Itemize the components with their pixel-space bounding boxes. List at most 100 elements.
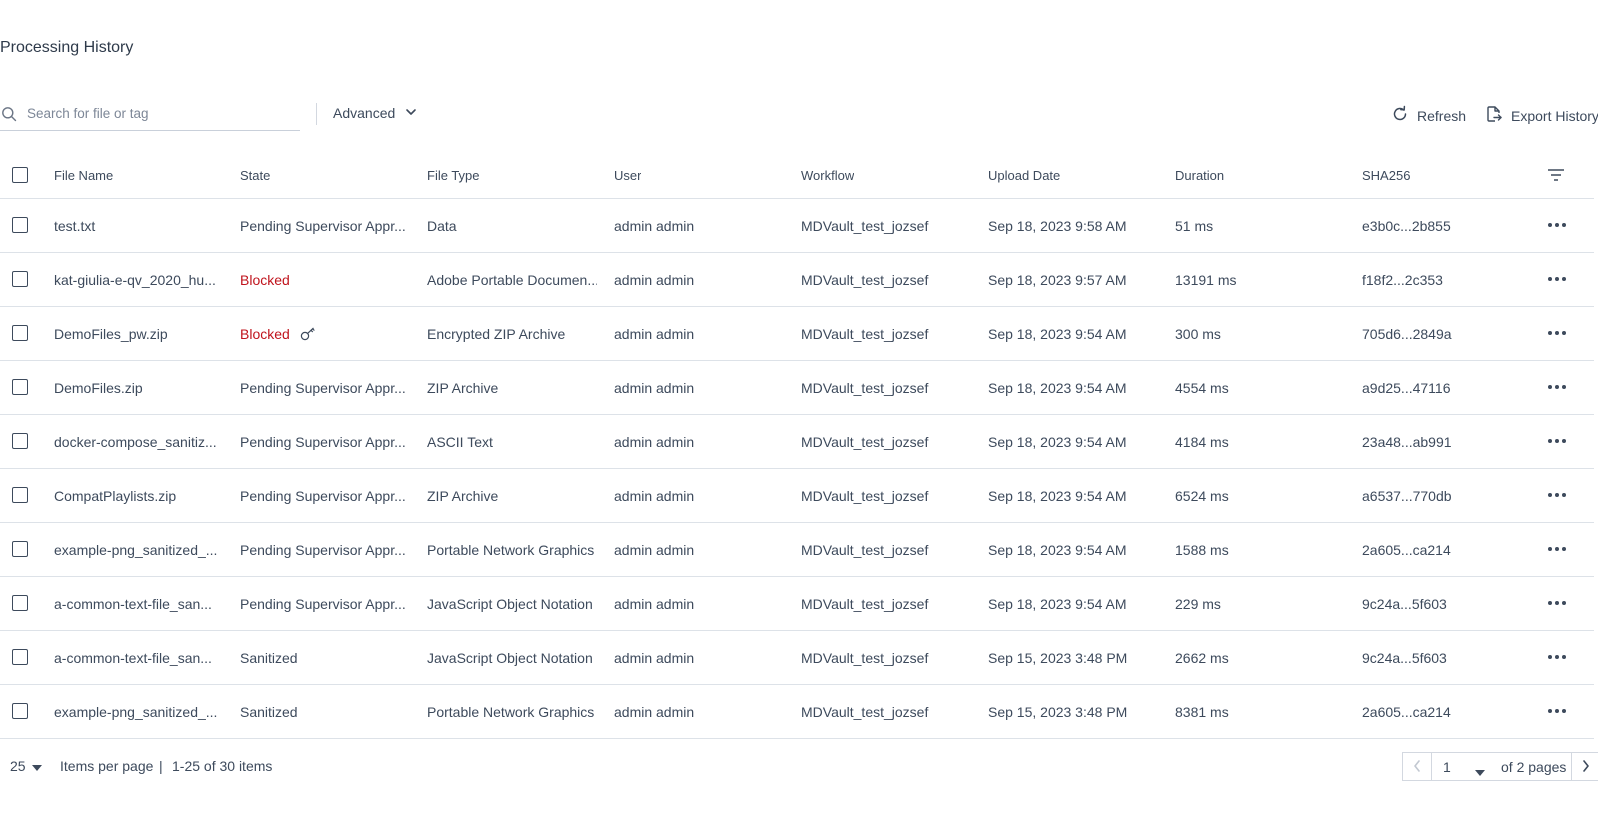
cell-sha256: a6537...770db bbox=[1362, 469, 1532, 522]
cell-user-text: admin admin bbox=[614, 271, 695, 288]
cell-file-name[interactable]: test.txt bbox=[54, 199, 226, 252]
more-icon[interactable] bbox=[1545, 272, 1569, 286]
cell-user-text: admin admin bbox=[614, 595, 695, 612]
cell-file-name[interactable]: DemoFiles.zip bbox=[54, 361, 226, 414]
refresh-label: Refresh bbox=[1417, 107, 1467, 124]
row-checkbox[interactable] bbox=[12, 379, 28, 395]
cell-file-name-text: DemoFiles_pw.zip bbox=[54, 325, 168, 342]
table-row[interactable]: example-png_sanitized_... Sanitized Portab… bbox=[0, 685, 1594, 739]
more-icon[interactable] bbox=[1545, 218, 1569, 232]
cell-file-name[interactable]: docker-compose_sanitiz... bbox=[54, 415, 226, 468]
table-row[interactable]: a-common-text-file_san... Pending Supervi… bbox=[0, 577, 1594, 631]
pagination-separator: | bbox=[159, 758, 163, 774]
cell-file-type-text: Adobe Portable Documen... bbox=[427, 271, 597, 288]
next-page-button[interactable] bbox=[1571, 753, 1598, 780]
cell-workflow-text: MDVault_test_jozsef bbox=[801, 325, 929, 342]
row-checkbox[interactable] bbox=[12, 325, 28, 341]
cell-workflow-text: MDVault_test_jozsef bbox=[801, 541, 929, 558]
cell-user: admin admin bbox=[614, 199, 784, 252]
cell-state: Pending Supervisor Appr... bbox=[240, 415, 410, 468]
more-icon[interactable] bbox=[1545, 704, 1569, 718]
cell-upload-date-text: Sep 18, 2023 9:58 AM bbox=[988, 217, 1127, 234]
table-row[interactable]: kat-giulia-e-qv_2020_hu... Blocked Adobe P… bbox=[0, 253, 1594, 307]
column-header-file-type[interactable]: File Type bbox=[427, 152, 480, 198]
row-checkbox[interactable] bbox=[12, 703, 28, 719]
cell-file-name[interactable]: CompatPlaylists.zip bbox=[54, 469, 226, 522]
row-checkbox[interactable] bbox=[12, 433, 28, 449]
table-row[interactable]: CompatPlaylists.zip Pending Supervisor Ap… bbox=[0, 469, 1594, 523]
cell-file-name[interactable]: a-common-text-file_san... bbox=[54, 577, 226, 630]
cell-duration: 4184 ms bbox=[1175, 415, 1345, 468]
column-header-state[interactable]: State bbox=[240, 152, 270, 198]
cell-sha256: 23a48...ab991 bbox=[1362, 415, 1532, 468]
cell-sha256-text: a9d25...47116 bbox=[1362, 379, 1451, 396]
row-checkbox[interactable] bbox=[12, 649, 28, 665]
row-checkbox[interactable] bbox=[12, 271, 28, 287]
row-checkbox[interactable] bbox=[12, 595, 28, 611]
cell-user: admin admin bbox=[614, 577, 784, 630]
column-header-file-name[interactable]: File Name bbox=[54, 152, 113, 198]
cell-file-name-text: example-png_sanitized_... bbox=[54, 703, 218, 720]
cell-file-name[interactable]: a-common-text-file_san... bbox=[54, 631, 226, 684]
cell-state-text: Pending Supervisor Appr... bbox=[240, 487, 406, 504]
chevron-right-icon bbox=[1582, 759, 1590, 775]
cell-file-type: JavaScript Object Notation bbox=[427, 631, 597, 684]
cell-file-name-text: docker-compose_sanitiz... bbox=[54, 433, 217, 450]
current-page[interactable]: 1 bbox=[1443, 759, 1451, 775]
advanced-dropdown[interactable]: Advanced bbox=[333, 105, 417, 121]
more-icon[interactable] bbox=[1545, 542, 1569, 556]
cell-workflow: MDVault_test_jozsef bbox=[801, 361, 971, 414]
row-checkbox[interactable] bbox=[12, 487, 28, 503]
cell-state: Pending Supervisor Appr... bbox=[240, 523, 410, 576]
table-row[interactable]: example-png_sanitized_... Pending Supervi… bbox=[0, 523, 1594, 577]
table-row[interactable]: docker-compose_sanitiz... Pending Supervi… bbox=[0, 415, 1594, 469]
search-input[interactable] bbox=[27, 98, 292, 128]
cell-file-name[interactable]: example-png_sanitized_... bbox=[54, 685, 226, 738]
cell-state: Pending Supervisor Appr... bbox=[240, 469, 410, 522]
cell-sha256-text: 705d6...2849a bbox=[1362, 325, 1452, 342]
more-icon[interactable] bbox=[1545, 380, 1569, 394]
cell-file-name[interactable]: DemoFiles_pw.zip bbox=[54, 307, 226, 360]
cell-file-type-text: ZIP Archive bbox=[427, 487, 499, 504]
column-header-sha256[interactable]: SHA256 bbox=[1362, 152, 1410, 198]
column-header-user[interactable]: User bbox=[614, 152, 641, 198]
more-icon[interactable] bbox=[1545, 488, 1569, 502]
select-all-checkbox[interactable] bbox=[12, 167, 28, 183]
cell-upload-date-text: Sep 18, 2023 9:54 AM bbox=[988, 379, 1127, 396]
more-icon[interactable] bbox=[1545, 650, 1569, 664]
table-header: File Name State File Type User Workflow … bbox=[0, 152, 1594, 199]
cell-file-type-text: JavaScript Object Notation bbox=[427, 649, 593, 666]
more-icon[interactable] bbox=[1545, 596, 1569, 610]
filter-icon[interactable] bbox=[1547, 168, 1565, 185]
cell-upload-date: Sep 18, 2023 9:54 AM bbox=[988, 469, 1158, 522]
column-header-upload-date[interactable]: Upload Date bbox=[988, 152, 1060, 198]
toolbar: Advanced Refresh Export History bbox=[0, 98, 1598, 132]
table-row[interactable]: DemoFiles.zip Pending Supervisor Appr... Z… bbox=[0, 361, 1594, 415]
cell-workflow-text: MDVault_test_jozsef bbox=[801, 433, 929, 450]
table-row[interactable]: test.txt Pending Supervisor Appr... Data ad… bbox=[0, 199, 1594, 253]
export-history-button[interactable]: Export History bbox=[1485, 105, 1598, 126]
refresh-button[interactable]: Refresh bbox=[1391, 105, 1466, 126]
cell-duration-text: 13191 ms bbox=[1175, 271, 1237, 288]
more-icon[interactable] bbox=[1545, 434, 1569, 448]
row-checkbox[interactable] bbox=[12, 541, 28, 557]
caret-down-icon[interactable] bbox=[1475, 763, 1485, 779]
cell-sha256-text: 23a48...ab991 bbox=[1362, 433, 1452, 450]
cell-file-type-text: ZIP Archive bbox=[427, 379, 499, 396]
cell-state: Blocked bbox=[240, 307, 410, 360]
row-checkbox[interactable] bbox=[12, 217, 28, 233]
table-row[interactable]: DemoFiles_pw.zip Blocked Encrypted ZIP Arc… bbox=[0, 307, 1594, 361]
cell-file-name[interactable]: example-png_sanitized_... bbox=[54, 523, 226, 576]
column-header-duration[interactable]: Duration bbox=[1175, 152, 1224, 198]
more-icon[interactable] bbox=[1545, 326, 1569, 340]
cell-workflow: MDVault_test_jozsef bbox=[801, 523, 971, 576]
table-row[interactable]: a-common-text-file_san... Sanitized JavaSc… bbox=[0, 631, 1594, 685]
cell-workflow-text: MDVault_test_jozsef bbox=[801, 595, 929, 612]
cell-upload-date-text: Sep 18, 2023 9:54 AM bbox=[988, 595, 1127, 612]
column-header-workflow[interactable]: Workflow bbox=[801, 152, 854, 198]
cell-file-name-text: CompatPlaylists.zip bbox=[54, 487, 177, 504]
cell-state-text: Pending Supervisor Appr... bbox=[240, 595, 406, 612]
cell-file-name[interactable]: kat-giulia-e-qv_2020_hu... bbox=[54, 253, 226, 306]
cell-upload-date: Sep 18, 2023 9:54 AM bbox=[988, 307, 1158, 360]
per-page-select[interactable]: 25 bbox=[10, 758, 42, 774]
